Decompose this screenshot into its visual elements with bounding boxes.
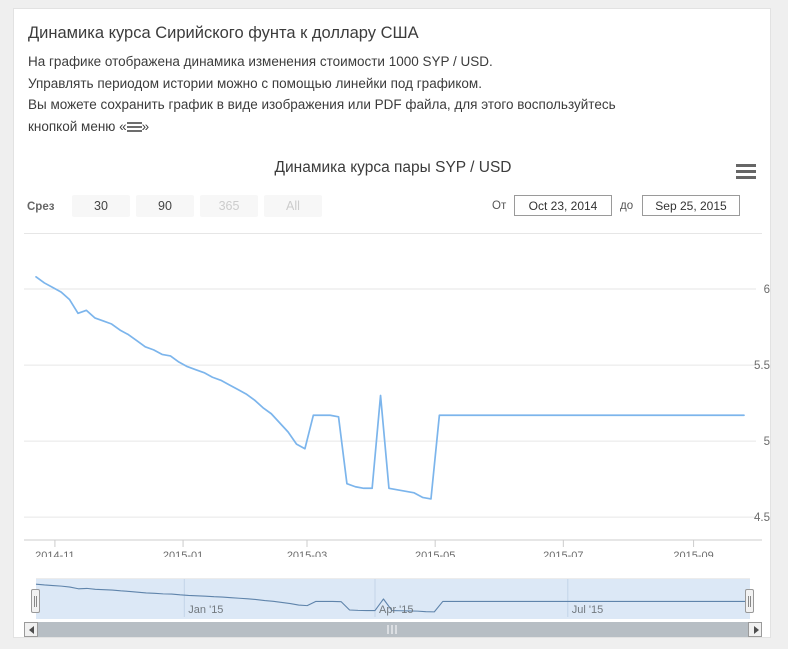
to-label: до	[620, 200, 634, 212]
chart-x-axis-labels: 2014-11 2015-01 2015-03 2015-05 2015-07 2015-…	[35, 550, 714, 557]
chart-x-axis-ticks	[54, 540, 695, 547]
intro-line-1: На графике отображена динамика изменения…	[28, 54, 493, 69]
range-selector-label: Срез	[27, 201, 55, 213]
navigator-left-handle[interactable]	[31, 589, 40, 613]
svg-text:5.5: 5.5	[754, 360, 770, 372]
svg-text:Apr '15: Apr '15	[379, 604, 414, 616]
intro-block: Динамика курса Сирийского фунта к доллар…	[28, 21, 754, 137]
chart-series-line	[35, 276, 745, 500]
chart-y-axis-labels: 4.5 5 5.5 6	[754, 284, 770, 524]
navigator-right-handle[interactable]	[745, 589, 754, 613]
chart-title: Динамика курса пары SYP / USD	[274, 159, 512, 176]
range-button-365: 365	[200, 195, 258, 217]
from-label: От	[492, 200, 507, 212]
scrollbar-track[interactable]	[38, 622, 748, 637]
scroll-right-arrow-icon	[754, 626, 759, 634]
svg-text:5: 5	[764, 436, 770, 448]
navigator-svg: Jan '15 Apr '15 Jul '15	[35, 578, 750, 619]
header-divider	[24, 233, 762, 234]
inline-menu-icon	[126, 121, 142, 133]
scroll-left-button[interactable]	[24, 622, 38, 637]
intro-line-2: Управлять периодом истории можно с помощ…	[28, 75, 482, 91]
svg-text:Jan '15: Jan '15	[188, 604, 223, 616]
to-date-input[interactable]: Sep 25, 2015	[642, 195, 740, 216]
intro-line-4: кнопкой меню « »	[28, 116, 754, 138]
svg-text:2015-05: 2015-05	[415, 550, 455, 557]
svg-text:6: 6	[764, 284, 770, 296]
svg-text:2014-11: 2014-11	[35, 550, 75, 557]
scroll-left-arrow-icon	[29, 626, 34, 634]
hamburger-menu-icon[interactable]	[736, 164, 756, 180]
svg-text:2015-07: 2015-07	[543, 550, 583, 557]
from-date-input[interactable]: Oct 23, 2014	[514, 195, 612, 216]
page-root: Динамика курса Сирийского фунта к доллар…	[0, 0, 788, 649]
range-selector: Срез 30 90 365 All От Oct 23, 2014 до Se…	[14, 195, 772, 223]
chart-plot-area[interactable]: 4.5 5 5.5 6 2014-11 2015-01 2015-03 2015-05 201…	[14, 237, 772, 557]
range-button-all: All	[264, 195, 322, 217]
scrollbar-grip-icon	[387, 625, 399, 634]
navigator[interactable]: Jan '15 Apr '15 Jul '15	[14, 571, 772, 637]
intro-line-3: Вы можете сохранить график в виде изобра…	[28, 97, 616, 112]
svg-text:2015-09: 2015-09	[673, 550, 713, 557]
navigator-scrollbar[interactable]	[24, 622, 762, 637]
svg-text:2015-03: 2015-03	[287, 550, 327, 557]
svg-text:2015-01: 2015-01	[163, 550, 203, 557]
chart-card: Динамика курса Сирийского фунта к доллар…	[13, 8, 771, 638]
range-button-30[interactable]: 30	[72, 195, 130, 217]
range-button-90[interactable]: 90	[136, 195, 194, 217]
svg-text:4.5: 4.5	[754, 512, 770, 524]
intro-line-4-suffix: »	[141, 118, 150, 134]
svg-text:Jul '15: Jul '15	[572, 604, 603, 616]
chart-gridlines	[24, 288, 756, 518]
scroll-right-button[interactable]	[748, 622, 762, 637]
page-title: Динамика курса Сирийского фунта к доллар…	[28, 24, 419, 42]
intro-line-4-text: кнопкой меню «	[28, 118, 127, 134]
chart-svg: 4.555.56 2014-11 2015-01 2015-03 2015-05 201…	[24, 276, 770, 557]
